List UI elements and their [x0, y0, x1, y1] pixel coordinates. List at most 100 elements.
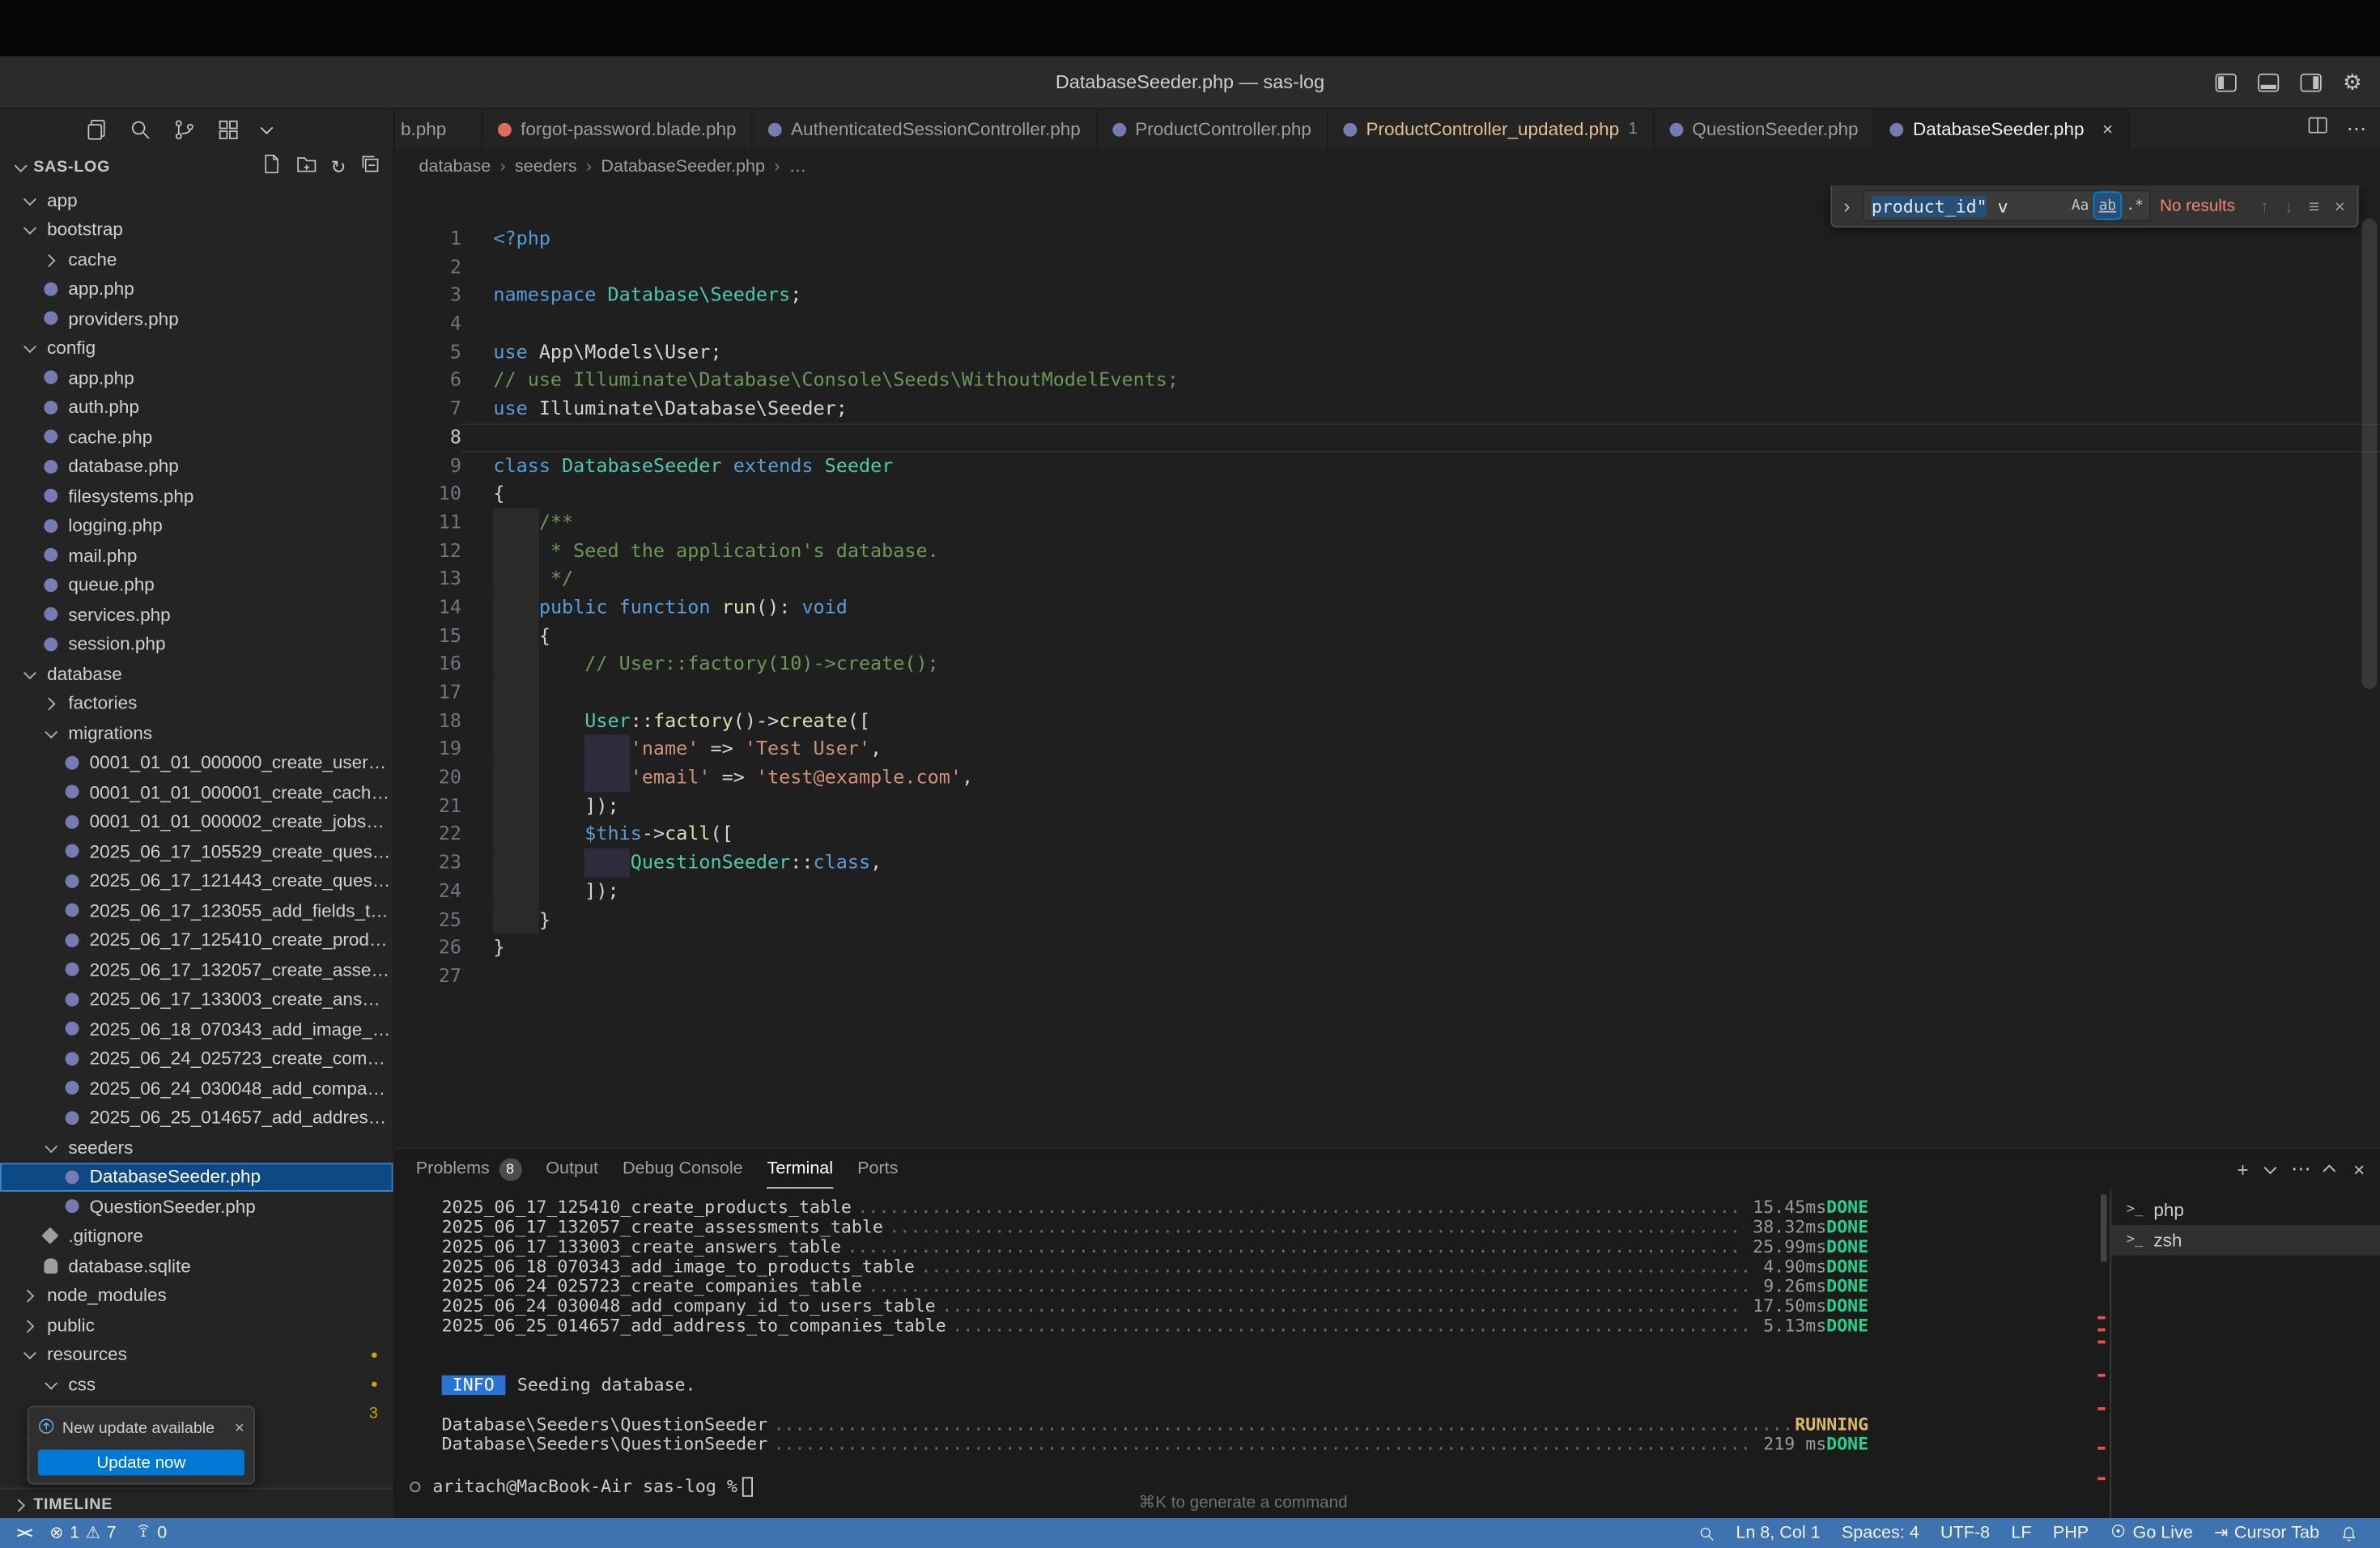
tree-item[interactable]: 2025_06_17_105529_create_question_…: [0, 836, 393, 866]
whole-word-toggle[interactable]: ab: [2094, 193, 2120, 219]
tree-item[interactable]: .gitignore: [0, 1221, 393, 1251]
toggle-sidebar-right-icon[interactable]: [2300, 72, 2323, 91]
editor-tab[interactable]: DatabaseSeeder.php×: [1875, 109, 2130, 149]
editor-tab[interactable]: ProductController_updated.php1: [1328, 109, 1655, 149]
notifications-bell-icon[interactable]: [2333, 1525, 2365, 1542]
find-toggle-replace-icon[interactable]: ›: [1841, 194, 1854, 217]
tree-item[interactable]: bootstrap: [0, 215, 393, 245]
tree-item[interactable]: queue.php: [0, 570, 393, 600]
tree-item[interactable]: cache: [0, 245, 393, 274]
explorer-icon[interactable]: [85, 117, 108, 140]
editor-tab[interactable]: QuestionSeeder.php: [1655, 109, 1876, 149]
source-control-icon[interactable]: [173, 117, 196, 140]
toggle-sidebar-left-icon[interactable]: [2215, 72, 2238, 91]
editor-scrollbar[interactable]: [2362, 219, 2378, 689]
go-live-button[interactable]: Go Live: [2102, 1523, 2200, 1544]
find-input[interactable]: product_id" v Aa ab .*: [1863, 189, 2151, 221]
file-tree[interactable]: appbootstrapcacheapp.phpproviders.phpcon…: [0, 185, 393, 1488]
tree-item[interactable]: services.php: [0, 600, 393, 630]
tree-item[interactable]: app.php: [0, 274, 393, 304]
more-actions-icon[interactable]: ⋯: [2347, 117, 2368, 141]
breadcrumb-item[interactable]: DatabaseSeeder.php: [601, 158, 765, 176]
split-editor-icon[interactable]: [2307, 116, 2328, 143]
previous-match-icon[interactable]: ↑: [2257, 195, 2272, 216]
tree-item[interactable]: 0001_01_01_000002_create_jobs_tab…: [0, 807, 393, 837]
tree-item[interactable]: 2025_06_25_014657_add_address_to…: [0, 1103, 393, 1133]
cursor-position[interactable]: Ln 8, Col 1: [1728, 1525, 1828, 1543]
new-file-icon[interactable]: [261, 152, 282, 181]
new-folder-icon[interactable]: [296, 152, 317, 181]
terminal-scrollbar[interactable]: [2101, 1195, 2107, 1262]
panel-tab-terminal[interactable]: Terminal: [767, 1149, 834, 1189]
match-case-toggle[interactable]: Aa: [2068, 193, 2093, 219]
tree-item[interactable]: 2025_06_24_030048_add_company_…: [0, 1074, 393, 1104]
tree-item[interactable]: database: [0, 659, 393, 689]
tree-item[interactable]: 2025_06_17_132057_create_assessme…: [0, 955, 393, 985]
new-terminal-icon[interactable]: +: [2237, 1158, 2248, 1180]
tree-item[interactable]: seeders: [0, 1133, 393, 1163]
tree-item[interactable]: QuestionSeeder.php: [0, 1192, 393, 1222]
tree-item[interactable]: filesystems.php: [0, 481, 393, 511]
editor-tab[interactable]: forgot-password.blade.php: [482, 109, 753, 149]
breadcrumb-item[interactable]: …: [789, 158, 807, 176]
tree-item[interactable]: migrations: [0, 718, 393, 748]
tree-item[interactable]: database.sqlite: [0, 1251, 393, 1281]
tree-item[interactable]: resources●: [0, 1340, 393, 1370]
tree-item[interactable]: 0001_01_01_000001_create_cache_ta…: [0, 777, 393, 807]
close-icon[interactable]: ×: [2102, 118, 2113, 139]
tree-item[interactable]: app.php: [0, 363, 393, 393]
cursor-tab-status[interactable]: ⇥ Cursor Tab: [2207, 1525, 2327, 1543]
terminal-session[interactable]: >_php: [2111, 1195, 2380, 1226]
chevron-down-icon[interactable]: [260, 121, 273, 134]
panel-tab-output[interactable]: Output: [546, 1149, 598, 1189]
extensions-icon[interactable]: [217, 117, 240, 140]
close-panel-icon[interactable]: ×: [2353, 1158, 2365, 1180]
maximize-panel-icon[interactable]: [2323, 1164, 2336, 1177]
tree-item[interactable]: 2025_06_18_070343_add_image_to_…: [0, 1014, 393, 1044]
editor-tab[interactable]: AuthenticatedSessionController.php: [753, 109, 1097, 149]
tree-item[interactable]: DatabaseSeeder.php: [0, 1162, 393, 1192]
terminal-session[interactable]: >_zsh: [2111, 1225, 2380, 1256]
update-now-button[interactable]: Update now: [38, 1450, 244, 1476]
tree-item[interactable]: app: [0, 185, 393, 215]
tree-item[interactable]: database.php: [0, 452, 393, 482]
tree-item[interactable]: public: [0, 1310, 393, 1340]
language-mode[interactable]: PHP: [2045, 1525, 2096, 1543]
terminal-dropdown-icon[interactable]: [2264, 1161, 2277, 1174]
remote-indicator[interactable]: ><: [9, 1525, 39, 1542]
close-icon[interactable]: ×: [235, 1419, 244, 1438]
indentation-status[interactable]: Spaces: 4: [1834, 1525, 1927, 1543]
tree-item[interactable]: 2025_06_17_133003_create_answers_…: [0, 985, 393, 1014]
more-actions-icon[interactable]: ⋯: [2291, 1157, 2310, 1181]
find-in-selection-icon[interactable]: ≡: [2306, 195, 2323, 216]
next-match-icon[interactable]: ↓: [2281, 195, 2297, 216]
code-editor[interactable]: › product_id" v Aa ab .* No results ↑ ↓ …: [395, 185, 2380, 1148]
panel-tab-debug-console[interactable]: Debug Console: [623, 1149, 743, 1189]
terminal[interactable]: 2025_06_17_125410_create_products_table …: [395, 1189, 2092, 1518]
explorer-section-header[interactable]: SAS-LOG ↻: [0, 149, 393, 185]
tree-item[interactable]: cache.php: [0, 422, 393, 452]
encoding-status[interactable]: UTF-8: [1933, 1525, 1998, 1543]
tree-item[interactable]: mail.php: [0, 541, 393, 571]
tree-item[interactable]: factories: [0, 688, 393, 718]
collapse-all-icon[interactable]: [359, 152, 380, 181]
tree-item[interactable]: node_modules: [0, 1281, 393, 1311]
tree-item[interactable]: logging.php: [0, 511, 393, 541]
regex-toggle[interactable]: .*: [2122, 193, 2148, 219]
tree-item[interactable]: 0001_01_01_000000_create_users_ta…: [0, 747, 393, 777]
timeline-section-header[interactable]: TIMELINE: [0, 1488, 393, 1519]
ports-status[interactable]: 0: [127, 1523, 175, 1544]
close-icon[interactable]: ×: [2331, 195, 2348, 216]
panel-tab-problems[interactable]: Problems8: [416, 1149, 521, 1189]
tree-item[interactable]: providers.php: [0, 304, 393, 334]
panel-tab-ports[interactable]: Ports: [857, 1149, 898, 1189]
breadcrumb-item[interactable]: seeders: [515, 158, 577, 176]
settings-gear-icon[interactable]: ⚙: [2343, 71, 2362, 92]
breadcrumb-item[interactable]: database: [419, 158, 491, 176]
tree-item[interactable]: 2025_06_24_025723_create_compan…: [0, 1044, 393, 1074]
editor-tab[interactable]: ProductController.php: [1097, 109, 1328, 149]
tree-item[interactable]: css●: [0, 1369, 393, 1399]
search-icon[interactable]: [1690, 1525, 1722, 1542]
tree-item[interactable]: 2025_06_17_125410_create_products_…: [0, 925, 393, 955]
tree-item[interactable]: auth.php: [0, 393, 393, 423]
